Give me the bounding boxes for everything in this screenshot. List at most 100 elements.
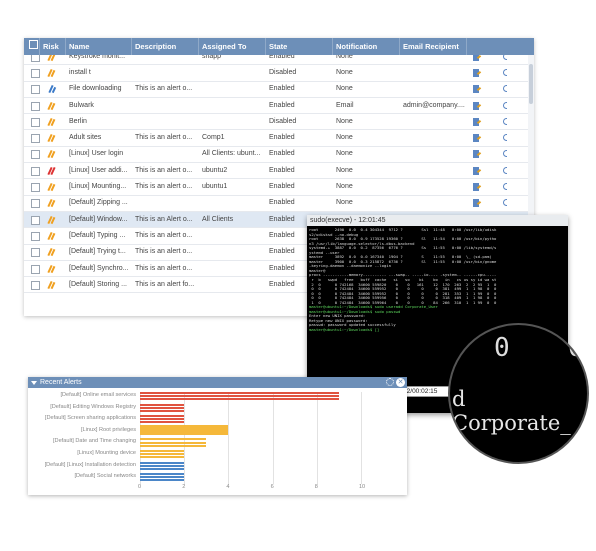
row-checkbox[interactable] <box>31 264 40 274</box>
alert-name[interactable]: File downloading <box>66 81 132 97</box>
table-row[interactable]: Berlin Disabled None <box>24 114 534 131</box>
alert-count-bar[interactable] <box>140 461 185 464</box>
alert-name[interactable]: [Default] Storing ... <box>66 277 132 293</box>
table-row[interactable]: File downloading This is an alert o... Ena… <box>24 82 534 98</box>
edit-icon[interactable] <box>473 183 481 192</box>
alert-count-bar[interactable] <box>140 398 339 401</box>
alert-description: This is an alert o... <box>135 264 193 272</box>
edit-icon[interactable] <box>473 150 481 159</box>
alert-name[interactable]: [Default] Typing ... <box>66 228 132 244</box>
row-checkbox[interactable] <box>31 248 40 258</box>
edit-icon[interactable] <box>473 199 481 208</box>
table-row[interactable]: [Linux] User login All Clients: ubunt... E… <box>24 146 534 164</box>
row-checkbox-cell <box>24 130 40 146</box>
table-row[interactable]: [Linux] Mounting... This is an alert o...… <box>24 179 534 196</box>
select-all-header[interactable] <box>24 38 40 55</box>
risk-high-icon <box>47 166 57 176</box>
column-description[interactable]: Description <box>132 38 199 55</box>
alert-count-bar[interactable] <box>140 441 207 444</box>
row-checkbox[interactable] <box>31 166 40 176</box>
alert-count-bar[interactable] <box>140 418 185 421</box>
risk-cell <box>40 146 66 162</box>
row-checkbox[interactable] <box>31 134 40 144</box>
alert-name[interactable]: Berlin <box>66 114 132 130</box>
view-details-icon[interactable] <box>503 183 507 191</box>
alert-count-bar[interactable] <box>140 464 185 467</box>
alert-name[interactable]: [Linux] Mounting... <box>66 179 132 195</box>
edit-icon[interactable] <box>473 134 481 143</box>
view-details-icon[interactable] <box>503 117 507 126</box>
gear-icon[interactable] <box>386 378 394 386</box>
view-details-icon[interactable] <box>503 68 507 77</box>
category-label: [Default] [Linux] Installation detection <box>44 461 136 468</box>
select-all-checkbox[interactable] <box>29 40 38 49</box>
column-email-recipient[interactable]: Email Recipient <box>400 38 467 55</box>
alert-count-bar[interactable] <box>140 438 207 441</box>
alert-name[interactable]: [Default] Window... <box>66 212 132 228</box>
alert-name[interactable]: Bulwark <box>66 98 132 114</box>
view-details-icon[interactable] <box>503 101 507 110</box>
alert-name[interactable]: [Linux] User addi... <box>66 163 132 179</box>
row-checkbox[interactable] <box>31 101 40 111</box>
row-checkbox[interactable] <box>31 215 40 225</box>
view-details-icon[interactable] <box>503 150 507 158</box>
alert-name[interactable]: [Default] Trying t... <box>66 244 132 260</box>
row-checkbox[interactable] <box>31 117 40 127</box>
edit-icon[interactable] <box>473 117 481 126</box>
column-notification[interactable]: Notification <box>333 38 400 55</box>
table-row[interactable]: install t Disabled None <box>24 65 534 82</box>
column-name[interactable]: Name <box>66 38 132 55</box>
row-checkbox[interactable] <box>31 183 40 193</box>
alert-count-bar[interactable] <box>140 479 185 482</box>
row-checkbox[interactable] <box>31 150 40 160</box>
alert-count-bar[interactable] <box>140 476 185 479</box>
row-actions <box>467 146 507 162</box>
close-icon[interactable]: ✕ <box>396 378 405 387</box>
column-state[interactable]: State <box>266 38 333 55</box>
alert-count-bar[interactable] <box>140 421 185 424</box>
row-checkbox[interactable] <box>31 85 40 95</box>
column-risk[interactable]: Risk <box>40 38 66 55</box>
row-checkbox[interactable] <box>31 231 40 241</box>
alert-count-bar[interactable] <box>140 403 185 406</box>
alert-name[interactable]: install t <box>66 65 132 81</box>
alert-count-bar[interactable] <box>140 473 185 476</box>
table-row[interactable]: [Default] Zipping ... Enabled None <box>24 196 534 212</box>
alert-name[interactable]: Adult sites <box>66 130 132 146</box>
alert-count-bar[interactable] <box>140 453 185 456</box>
alert-name[interactable]: [Default] Synchro... <box>66 261 132 277</box>
view-details-icon[interactable] <box>503 85 507 93</box>
edit-icon[interactable] <box>473 68 481 77</box>
view-details-icon[interactable] <box>503 199 507 207</box>
edit-icon[interactable] <box>473 166 481 175</box>
alert-count-bar[interactable] <box>140 392 339 394</box>
view-details-icon[interactable] <box>503 134 507 142</box>
table-scrollbar-thumb[interactable] <box>529 64 533 104</box>
alert-count-bar[interactable] <box>140 450 185 452</box>
collapse-caret-icon[interactable] <box>31 381 37 385</box>
table-row[interactable]: Adult sites This is an alert o... Comp1 Ena… <box>24 130 534 147</box>
alert-state: Enabled <box>269 150 295 158</box>
row-checkbox[interactable] <box>31 199 40 209</box>
alert-count-bar[interactable] <box>140 426 229 429</box>
table-row[interactable]: Bulwark Enabled Email admin@company.... <box>24 98 534 115</box>
row-checkbox[interactable] <box>31 280 40 290</box>
alert-count-bar[interactable] <box>140 395 339 398</box>
alert-name[interactable]: [Linux] User login <box>66 146 132 162</box>
alert-count-bar[interactable] <box>140 467 185 470</box>
alert-count-bar[interactable] <box>140 433 229 435</box>
alert-count-bar[interactable] <box>140 456 185 459</box>
alert-count-bar[interactable] <box>140 415 185 418</box>
alert-name[interactable]: [Default] Zipping ... <box>66 195 132 211</box>
risk-medium-icon <box>47 149 57 159</box>
edit-icon[interactable] <box>473 101 481 110</box>
alert-count-bar[interactable] <box>140 406 185 409</box>
view-details-icon[interactable] <box>503 166 507 175</box>
table-row[interactable]: [Linux] User addi... This is an alert o..… <box>24 163 534 180</box>
alert-count-bar[interactable] <box>140 429 229 432</box>
row-checkbox[interactable] <box>31 68 40 78</box>
edit-icon[interactable] <box>473 85 481 94</box>
alert-count-bar[interactable] <box>140 444 207 447</box>
alert-count-bar[interactable] <box>140 409 185 412</box>
column-assigned-to[interactable]: Assigned To <box>199 38 266 55</box>
